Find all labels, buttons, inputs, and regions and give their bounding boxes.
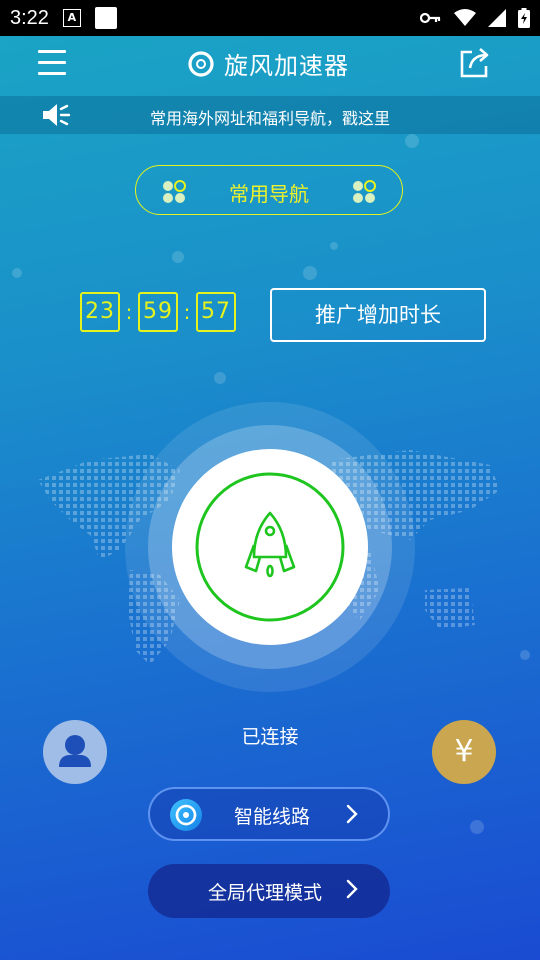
signal-icon xyxy=(488,9,506,27)
notification-a-icon: A xyxy=(62,9,81,27)
timer-minutes: 59 xyxy=(138,292,178,332)
share-icon[interactable] xyxy=(458,46,492,80)
timer-separator: : xyxy=(183,300,191,324)
promote-add-time-button[interactable]: 推广增加时长 xyxy=(270,288,486,342)
notice-bar[interactable]: 常用海外网址和福利导航，戳这里 xyxy=(0,96,540,134)
common-nav-button[interactable]: 常用导航 xyxy=(135,165,403,215)
rocket-icon xyxy=(244,511,296,578)
decor-bubble xyxy=(470,820,484,834)
proxy-mode-label: 全局代理模式 xyxy=(208,882,323,904)
decor-bubble xyxy=(12,268,22,278)
status-time: 3:22 xyxy=(10,6,49,29)
status-bar: 3:22 A xyxy=(0,0,540,36)
route-logo-icon xyxy=(170,799,202,831)
decor-bubble xyxy=(520,650,530,660)
timer-hours: 23 xyxy=(80,292,120,332)
smart-route-label: 智能线路 xyxy=(234,806,311,828)
clover-icon xyxy=(353,180,376,203)
decor-bubble xyxy=(405,134,419,148)
recharge-button[interactable]: ¥ xyxy=(432,720,496,784)
chevron-right-icon xyxy=(346,879,358,899)
wifi-icon xyxy=(454,9,476,26)
remaining-time: 23 : 59 : 57 xyxy=(80,292,236,332)
battery-icon xyxy=(518,8,530,28)
app-title: 旋风加速器 xyxy=(224,52,349,80)
hamburger-icon[interactable] xyxy=(38,50,66,76)
proxy-mode-button[interactable]: 全局代理模式 xyxy=(148,864,390,918)
notice-text: 常用海外网址和福利导航，戳这里 xyxy=(149,109,390,128)
decor-bubble xyxy=(214,372,226,384)
notification-square-icon xyxy=(94,7,117,29)
app-logo-icon xyxy=(188,50,214,77)
key-icon xyxy=(420,12,441,24)
timer-separator: : xyxy=(125,300,133,324)
smart-route-button[interactable]: 智能线路 xyxy=(148,787,390,841)
decor-bubble xyxy=(303,266,317,280)
decor-bubble xyxy=(172,251,184,263)
app-bar: 旋风加速器 xyxy=(0,36,540,96)
chevron-right-icon xyxy=(346,804,358,824)
app-brand: 旋风加速器 xyxy=(186,46,349,81)
connect-button[interactable] xyxy=(194,471,346,623)
timer-seconds: 57 xyxy=(196,292,236,332)
decor-bubble xyxy=(330,242,338,250)
